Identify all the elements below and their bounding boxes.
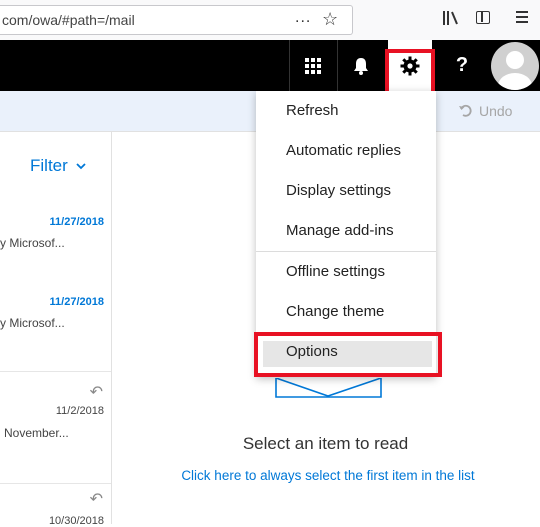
app-launcher-icon[interactable]: [289, 40, 337, 91]
avatar[interactable]: [491, 42, 539, 90]
message-date: 11/27/2018: [49, 296, 104, 308]
browser-toolbar: com/owa/#path=/mail ... ☆: [0, 0, 540, 41]
menu-item-refresh[interactable]: Refresh: [256, 91, 436, 131]
menu-item-label: Offline settings: [286, 263, 385, 280]
menu-item-automatic-replies[interactable]: Automatic replies: [256, 131, 436, 171]
message-date: 11/27/2018: [49, 216, 104, 228]
reply-icon: ↶: [89, 491, 103, 508]
menu-item-label: Change theme: [286, 303, 385, 320]
list-item[interactable]: 11/27/2018 y Microsof...: [0, 289, 111, 369]
undo-icon: [459, 104, 472, 117]
hamburger-menu-icon[interactable]: [516, 11, 528, 26]
filter-button[interactable]: Filter: [30, 156, 86, 176]
reply-icon: ↶: [89, 384, 103, 401]
message-snippet: November...: [4, 426, 69, 440]
url-text: com/owa/#path=/mail: [2, 12, 135, 28]
menu-item-manage-add-ins[interactable]: Manage add-ins: [256, 211, 436, 251]
page-actions-icon[interactable]: ...: [295, 9, 311, 27]
options-highlight-box: [254, 332, 442, 377]
message-list: Filter 11/27/2018 y Microsof... 11/27/20…: [0, 131, 112, 527]
address-bar[interactable]: com/owa/#path=/mail ... ☆: [0, 5, 353, 35]
message-date: 11/2/2018: [55, 405, 104, 417]
menu-item-label: Automatic replies: [286, 142, 402, 159]
menu-item-offline-settings[interactable]: Offline settings: [256, 252, 436, 292]
envelope-icon: [275, 378, 382, 398]
list-item[interactable]: 11/27/2018 y Microsof...: [0, 209, 111, 289]
library-icon[interactable]: [443, 11, 459, 30]
app-header: ?: [0, 40, 540, 91]
sidebar-icon[interactable]: [476, 11, 490, 24]
chevron-down-icon: [76, 162, 86, 169]
menu-item-label: Manage add-ins: [286, 222, 394, 239]
help-icon[interactable]: ?: [438, 40, 486, 91]
undo-label: Undo: [479, 103, 513, 119]
message-date: 10/30/2018: [48, 515, 104, 527]
gear-highlight-box: [385, 49, 435, 95]
message-snippet: y Microsof...: [0, 316, 65, 330]
select-first-item-link[interactable]: Click here to always select the first it…: [111, 468, 540, 483]
menu-item-label: Display settings: [286, 182, 392, 199]
message-snippet: y Microsof...: [0, 236, 65, 250]
undo-button[interactable]: Undo: [459, 103, 512, 119]
list-item[interactable]: ↶ 11/2/2018 November...: [0, 372, 111, 483]
list-item[interactable]: ↶ 10/30/2018: [0, 484, 111, 527]
reading-pane-title: Select an item to read: [242, 434, 409, 453]
bell-icon[interactable]: [337, 40, 385, 91]
menu-item-display-settings[interactable]: Display settings: [256, 171, 436, 211]
bookmark-star-icon[interactable]: ☆: [322, 9, 338, 30]
filter-label: Filter: [30, 156, 68, 175]
menu-item-change-theme[interactable]: Change theme: [256, 292, 436, 332]
menu-item-label: Refresh: [286, 102, 339, 119]
